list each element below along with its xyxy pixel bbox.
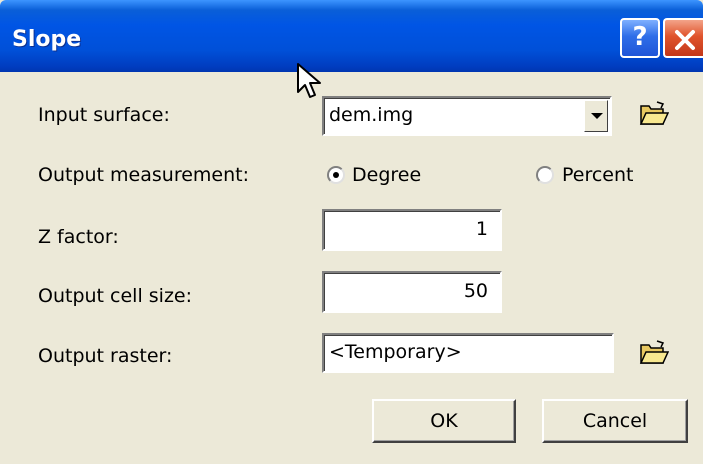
title-bar[interactable]: Slope ? bbox=[0, 0, 703, 72]
output-raster-input[interactable]: <Temporary> bbox=[322, 333, 614, 373]
percent-radio-label[interactable]: Percent bbox=[562, 164, 634, 186]
window-title: Slope bbox=[12, 27, 82, 52]
z-factor-input[interactable]: 1 bbox=[322, 209, 502, 251]
output-cell-size-value: 50 bbox=[463, 280, 488, 302]
output-raster-label: Output raster: bbox=[38, 345, 173, 367]
close-button[interactable] bbox=[663, 18, 703, 58]
output-raster-value: <Temporary> bbox=[329, 341, 462, 363]
input-surface-dropdown[interactable]: dem.img bbox=[322, 96, 612, 136]
help-button[interactable]: ? bbox=[620, 18, 660, 58]
chevron-down-icon[interactable] bbox=[584, 100, 608, 132]
input-surface-value: dem.img bbox=[329, 104, 414, 126]
degree-radio[interactable] bbox=[327, 166, 345, 184]
output-measurement-label: Output measurement: bbox=[38, 164, 249, 186]
z-factor-label: Z factor: bbox=[38, 226, 119, 248]
input-surface-label: Input surface: bbox=[38, 104, 170, 126]
ok-button[interactable]: OK bbox=[372, 399, 516, 443]
close-icon bbox=[675, 30, 695, 50]
cancel-button[interactable]: Cancel bbox=[542, 399, 688, 443]
percent-radio[interactable] bbox=[536, 166, 554, 184]
help-icon: ? bbox=[632, 22, 648, 52]
open-folder-icon bbox=[639, 101, 669, 125]
open-folder-icon bbox=[639, 340, 669, 364]
output-cell-size-input[interactable]: 50 bbox=[322, 271, 502, 313]
mouse-pointer-icon bbox=[297, 63, 321, 98]
output-raster-browse-button[interactable] bbox=[634, 333, 674, 373]
degree-radio-label[interactable]: Degree bbox=[352, 164, 421, 186]
input-surface-browse-button[interactable] bbox=[634, 94, 674, 134]
output-cell-size-label: Output cell size: bbox=[38, 285, 193, 307]
z-factor-value: 1 bbox=[475, 218, 488, 240]
